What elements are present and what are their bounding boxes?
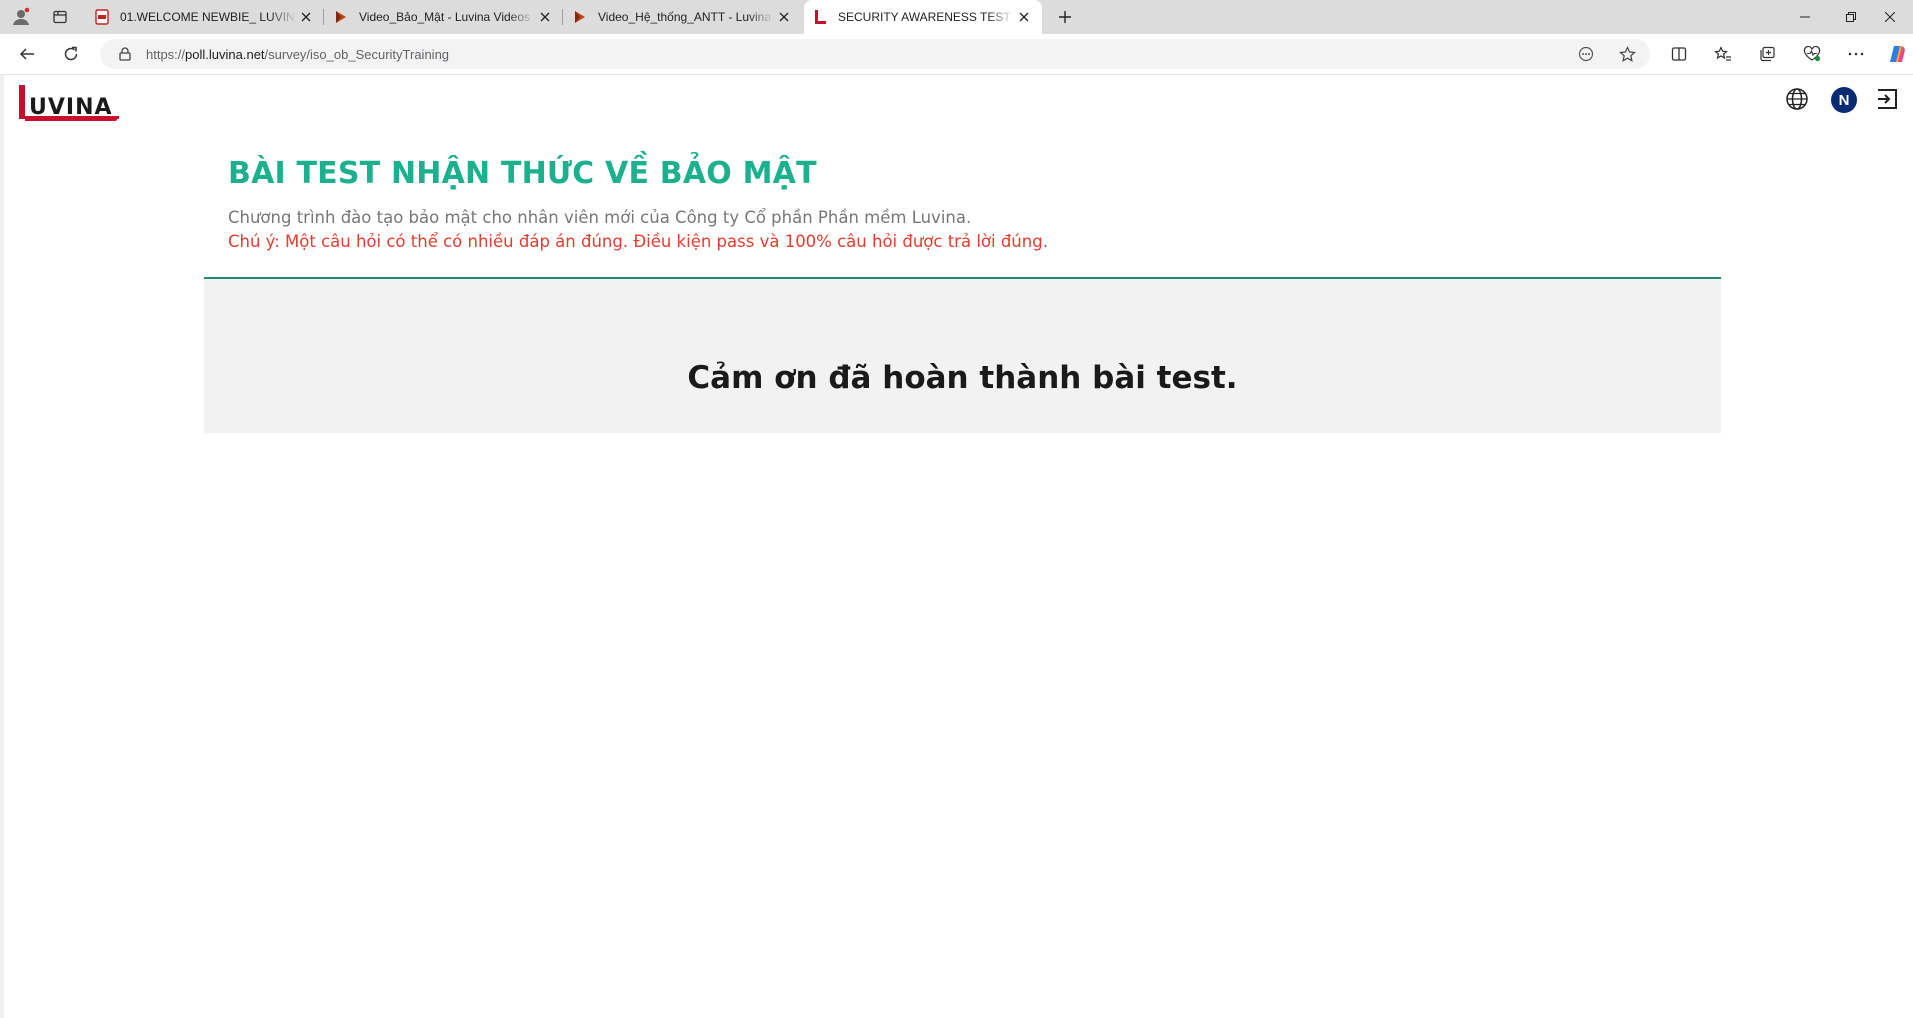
globe-icon [1786, 88, 1808, 110]
restore-icon [1846, 12, 1856, 22]
more-dots-icon [1848, 52, 1864, 56]
collections-icon [1759, 46, 1775, 62]
tab-title: Video_Hệ_thống_ANTT - Luvina V... [598, 10, 774, 24]
reading-view-button[interactable] [1571, 40, 1601, 68]
close-tab-icon[interactable] [535, 7, 555, 27]
url-text: https://poll.luvina.net/survey/iso_ob_Se… [146, 46, 450, 62]
tab-title: 01.WELCOME NEWBIE_ LUVINA_ ... [120, 10, 296, 24]
page-title: BÀI TEST NHẬN THỨC VỀ BẢO MẬT [228, 156, 817, 191]
browser-tab-active[interactable]: SECURITY AWARENESS TEST - Sur... [804, 0, 1042, 34]
browser-tab[interactable]: Video_Hệ_thống_ANTT - Luvina V... [564, 0, 802, 34]
close-tab-icon[interactable] [1014, 7, 1034, 27]
address-bar[interactable]: https://poll.luvina.net/survey/iso_ob_Se… [100, 39, 1650, 69]
copilot-button[interactable] [1883, 40, 1913, 68]
close-tab-icon[interactable] [774, 7, 794, 27]
logout-icon [1878, 89, 1897, 109]
pdf-icon [94, 9, 110, 25]
minimize-icon [1800, 16, 1810, 18]
tab-title: SECURITY AWARENESS TEST - Sur... [838, 10, 1014, 24]
favorites-button[interactable] [1708, 40, 1738, 68]
more-circle-icon [1578, 46, 1594, 62]
completion-panel: Cảm ơn đã hoàn thành bài test. [204, 279, 1721, 433]
copilot-icon [1890, 46, 1905, 62]
settings-more-button[interactable] [1841, 40, 1871, 68]
star-icon [1618, 45, 1636, 62]
close-tab-icon[interactable] [296, 7, 316, 27]
browser-tab[interactable]: 01.WELCOME NEWBIE_ LUVINA_ ... [86, 0, 324, 34]
tab-strip: 01.WELCOME NEWBIE_ LUVINA_ ... Video_Bảo… [0, 0, 1913, 34]
luvina-favicon [812, 9, 828, 25]
refresh-icon [64, 46, 78, 61]
tab-actions-button[interactable] [45, 0, 75, 34]
favorite-button[interactable] [1612, 40, 1642, 68]
svg-text:UVINA: UVINA [29, 95, 113, 120]
split-screen-icon [1671, 47, 1687, 61]
back-arrow-icon [19, 48, 34, 60]
logout-button[interactable] [1873, 85, 1901, 113]
stream-play-icon [333, 9, 349, 25]
close-icon [1885, 12, 1895, 22]
close-window-button[interactable] [1867, 0, 1913, 34]
browser-essentials-button[interactable] [1797, 40, 1827, 68]
tab-separator [562, 9, 563, 25]
language-button[interactable] [1783, 85, 1811, 113]
survey-note: Chú ý: Một câu hỏi có thể có nhiều đáp á… [228, 232, 1048, 251]
completion-message: Cảm ơn đã hoàn thành bài test. [687, 360, 1238, 396]
tab-actions-icon [53, 10, 67, 24]
back-button[interactable] [12, 40, 42, 68]
refresh-button[interactable] [56, 40, 86, 68]
split-screen-button[interactable] [1664, 40, 1694, 68]
profile-button[interactable] [6, 0, 36, 34]
browser-toolbar: https://poll.luvina.net/survey/iso_ob_Se… [0, 34, 1913, 75]
luvina-logo[interactable]: UVINA [15, 83, 123, 125]
minimize-button[interactable] [1782, 0, 1828, 34]
collections-button[interactable] [1752, 40, 1782, 68]
favorites-list-icon [1714, 46, 1731, 61]
tab-title: Video_Bảo_Mật - Luvina Videos S... [359, 10, 535, 24]
tab-separator [323, 9, 324, 25]
lock-icon [117, 46, 133, 62]
luvina-logo-icon: UVINA [19, 85, 119, 121]
user-avatar[interactable]: N [1831, 87, 1857, 113]
plus-icon [1059, 11, 1071, 23]
new-tab-button[interactable] [1052, 5, 1078, 29]
browser-tab[interactable]: Video_Bảo_Mật - Luvina Videos S... [325, 0, 563, 34]
survey-description: Chương trình đào tạo bảo mật cho nhân vi… [228, 208, 972, 227]
stream-play-icon [572, 9, 588, 25]
heartbeat-icon [1803, 46, 1821, 62]
profile-icon [13, 7, 30, 25]
web-page: UVINA N BÀI TEST NHẬN THỨC VỀ BẢO MẬT Ch… [0, 75, 1913, 1018]
